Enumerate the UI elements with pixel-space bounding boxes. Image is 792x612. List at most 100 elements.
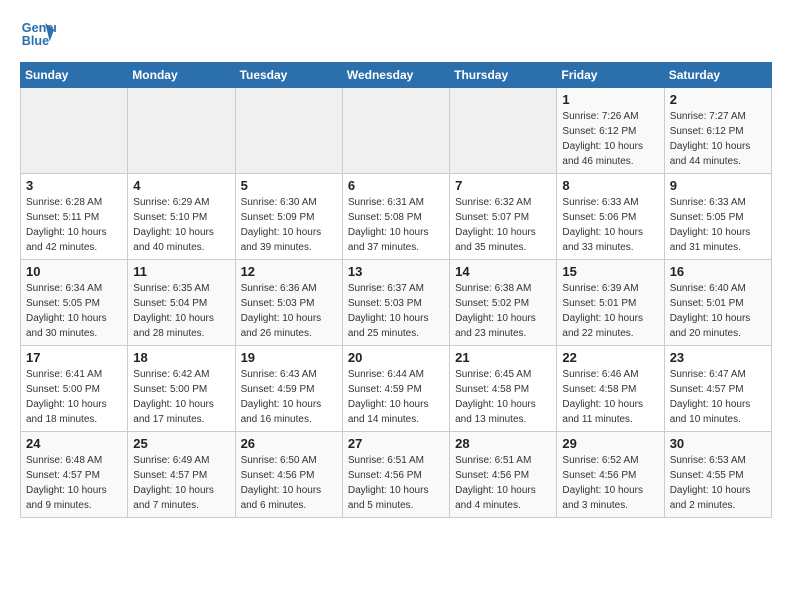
calendar-cell: 19 Sunrise: 6:43 AM Sunset: 4:59 PM Dayli…	[235, 346, 342, 432]
day-info: Sunrise: 6:29 AM Sunset: 5:10 PM Dayligh…	[133, 195, 229, 255]
calendar-cell: 27 Sunrise: 6:51 AM Sunset: 4:56 PM Dayli…	[342, 432, 449, 518]
day-info: Sunrise: 6:33 AM Sunset: 5:06 PM Dayligh…	[562, 195, 658, 255]
day-number: 18	[133, 350, 229, 365]
calendar-cell	[342, 88, 449, 174]
day-number: 24	[26, 436, 122, 451]
day-info: Sunrise: 6:44 AM Sunset: 4:59 PM Dayligh…	[348, 367, 444, 427]
day-number: 28	[455, 436, 551, 451]
calendar-cell: 29 Sunrise: 6:52 AM Sunset: 4:56 PM Dayli…	[557, 432, 664, 518]
day-info: Sunrise: 6:51 AM Sunset: 4:56 PM Dayligh…	[455, 453, 551, 513]
calendar-cell: 6 Sunrise: 6:31 AM Sunset: 5:08 PM Daylig…	[342, 174, 449, 260]
calendar-cell: 11 Sunrise: 6:35 AM Sunset: 5:04 PM Dayli…	[128, 260, 235, 346]
day-info: Sunrise: 6:35 AM Sunset: 5:04 PM Dayligh…	[133, 281, 229, 341]
day-info: Sunrise: 6:28 AM Sunset: 5:11 PM Dayligh…	[26, 195, 122, 255]
calendar-cell: 28 Sunrise: 6:51 AM Sunset: 4:56 PM Dayli…	[450, 432, 557, 518]
day-info: Sunrise: 6:50 AM Sunset: 4:56 PM Dayligh…	[241, 453, 337, 513]
calendar-cell: 3Sunrise: 6:28 AM Sunset: 5:11 PM Daylig…	[21, 174, 128, 260]
day-number: 19	[241, 350, 337, 365]
day-info: Sunrise: 6:36 AM Sunset: 5:03 PM Dayligh…	[241, 281, 337, 341]
weekday-header: Monday	[128, 63, 235, 88]
calendar-cell	[128, 88, 235, 174]
calendar-cell: 2Sunrise: 7:27 AM Sunset: 6:12 PM Daylig…	[664, 88, 771, 174]
day-number: 5	[241, 178, 337, 193]
logo: General Blue	[20, 16, 60, 52]
calendar-cell: 10 Sunrise: 6:34 AM Sunset: 5:05 PM Dayli…	[21, 260, 128, 346]
day-info: Sunrise: 7:27 AM Sunset: 6:12 PM Dayligh…	[670, 109, 766, 169]
calendar-cell: 24 Sunrise: 6:48 AM Sunset: 4:57 PM Dayli…	[21, 432, 128, 518]
weekday-header: Tuesday	[235, 63, 342, 88]
header: General Blue	[20, 16, 772, 52]
day-number: 17	[26, 350, 122, 365]
day-number: 7	[455, 178, 551, 193]
weekday-header: Wednesday	[342, 63, 449, 88]
day-number: 23	[670, 350, 766, 365]
weekday-header: Sunday	[21, 63, 128, 88]
day-number: 15	[562, 264, 658, 279]
day-info: Sunrise: 6:48 AM Sunset: 4:57 PM Dayligh…	[26, 453, 122, 513]
day-number: 27	[348, 436, 444, 451]
day-number: 12	[241, 264, 337, 279]
day-number: 10	[26, 264, 122, 279]
day-info: Sunrise: 6:47 AM Sunset: 4:57 PM Dayligh…	[670, 367, 766, 427]
day-info: Sunrise: 6:53 AM Sunset: 4:55 PM Dayligh…	[670, 453, 766, 513]
weekday-header: Friday	[557, 63, 664, 88]
day-number: 26	[241, 436, 337, 451]
day-number: 8	[562, 178, 658, 193]
day-number: 29	[562, 436, 658, 451]
day-info: Sunrise: 6:37 AM Sunset: 5:03 PM Dayligh…	[348, 281, 444, 341]
svg-text:Blue: Blue	[22, 34, 49, 48]
calendar-cell: 7 Sunrise: 6:32 AM Sunset: 5:07 PM Daylig…	[450, 174, 557, 260]
day-info: Sunrise: 6:49 AM Sunset: 4:57 PM Dayligh…	[133, 453, 229, 513]
day-number: 30	[670, 436, 766, 451]
day-number: 11	[133, 264, 229, 279]
calendar-cell: 8 Sunrise: 6:33 AM Sunset: 5:06 PM Daylig…	[557, 174, 664, 260]
day-info: Sunrise: 6:43 AM Sunset: 4:59 PM Dayligh…	[241, 367, 337, 427]
calendar-cell: 12 Sunrise: 6:36 AM Sunset: 5:03 PM Dayli…	[235, 260, 342, 346]
day-number: 9	[670, 178, 766, 193]
day-info: Sunrise: 6:42 AM Sunset: 5:00 PM Dayligh…	[133, 367, 229, 427]
calendar-cell: 18 Sunrise: 6:42 AM Sunset: 5:00 PM Dayli…	[128, 346, 235, 432]
calendar-cell	[450, 88, 557, 174]
day-info: Sunrise: 6:39 AM Sunset: 5:01 PM Dayligh…	[562, 281, 658, 341]
calendar-cell: 15 Sunrise: 6:39 AM Sunset: 5:01 PM Dayli…	[557, 260, 664, 346]
calendar-cell	[235, 88, 342, 174]
day-info: Sunrise: 6:38 AM Sunset: 5:02 PM Dayligh…	[455, 281, 551, 341]
day-number: 1	[562, 92, 658, 107]
calendar-cell: 25 Sunrise: 6:49 AM Sunset: 4:57 PM Dayli…	[128, 432, 235, 518]
day-info: Sunrise: 6:45 AM Sunset: 4:58 PM Dayligh…	[455, 367, 551, 427]
calendar-cell: 21 Sunrise: 6:45 AM Sunset: 4:58 PM Dayli…	[450, 346, 557, 432]
calendar-cell: 14 Sunrise: 6:38 AM Sunset: 5:02 PM Dayli…	[450, 260, 557, 346]
day-number: 16	[670, 264, 766, 279]
calendar-cell: 9 Sunrise: 6:33 AM Sunset: 5:05 PM Daylig…	[664, 174, 771, 260]
day-info: Sunrise: 6:33 AM Sunset: 5:05 PM Dayligh…	[670, 195, 766, 255]
day-info: Sunrise: 6:31 AM Sunset: 5:08 PM Dayligh…	[348, 195, 444, 255]
calendar-cell: 30 Sunrise: 6:53 AM Sunset: 4:55 PM Dayli…	[664, 432, 771, 518]
weekday-header: Thursday	[450, 63, 557, 88]
logo-icon: General Blue	[20, 16, 56, 52]
calendar-cell: 20Sunrise: 6:44 AM Sunset: 4:59 PM Dayli…	[342, 346, 449, 432]
day-number: 6	[348, 178, 444, 193]
calendar-cell: 4Sunrise: 6:29 AM Sunset: 5:10 PM Daylig…	[128, 174, 235, 260]
day-number: 25	[133, 436, 229, 451]
calendar-cell: 26 Sunrise: 6:50 AM Sunset: 4:56 PM Dayli…	[235, 432, 342, 518]
calendar-table: SundayMondayTuesdayWednesdayThursdayFrid…	[20, 62, 772, 518]
day-info: Sunrise: 7:26 AM Sunset: 6:12 PM Dayligh…	[562, 109, 658, 169]
day-info: Sunrise: 6:41 AM Sunset: 5:00 PM Dayligh…	[26, 367, 122, 427]
calendar-cell: 1 Sunrise: 7:26 AM Sunset: 6:12 PM Daylig…	[557, 88, 664, 174]
day-number: 14	[455, 264, 551, 279]
calendar-cell: 22Sunrise: 6:46 AM Sunset: 4:58 PM Dayli…	[557, 346, 664, 432]
day-info: Sunrise: 6:40 AM Sunset: 5:01 PM Dayligh…	[670, 281, 766, 341]
calendar-cell: 16 Sunrise: 6:40 AM Sunset: 5:01 PM Dayli…	[664, 260, 771, 346]
calendar-cell	[21, 88, 128, 174]
day-info: Sunrise: 6:34 AM Sunset: 5:05 PM Dayligh…	[26, 281, 122, 341]
day-info: Sunrise: 6:52 AM Sunset: 4:56 PM Dayligh…	[562, 453, 658, 513]
calendar-cell: 17 Sunrise: 6:41 AM Sunset: 5:00 PM Dayli…	[21, 346, 128, 432]
day-info: Sunrise: 6:46 AM Sunset: 4:58 PM Dayligh…	[562, 367, 658, 427]
calendar-cell: 13Sunrise: 6:37 AM Sunset: 5:03 PM Dayli…	[342, 260, 449, 346]
day-info: Sunrise: 6:51 AM Sunset: 4:56 PM Dayligh…	[348, 453, 444, 513]
calendar-cell: 23 Sunrise: 6:47 AM Sunset: 4:57 PM Dayli…	[664, 346, 771, 432]
day-info: Sunrise: 6:30 AM Sunset: 5:09 PM Dayligh…	[241, 195, 337, 255]
day-info: Sunrise: 6:32 AM Sunset: 5:07 PM Dayligh…	[455, 195, 551, 255]
day-number: 21	[455, 350, 551, 365]
calendar-cell: 5 Sunrise: 6:30 AM Sunset: 5:09 PM Daylig…	[235, 174, 342, 260]
